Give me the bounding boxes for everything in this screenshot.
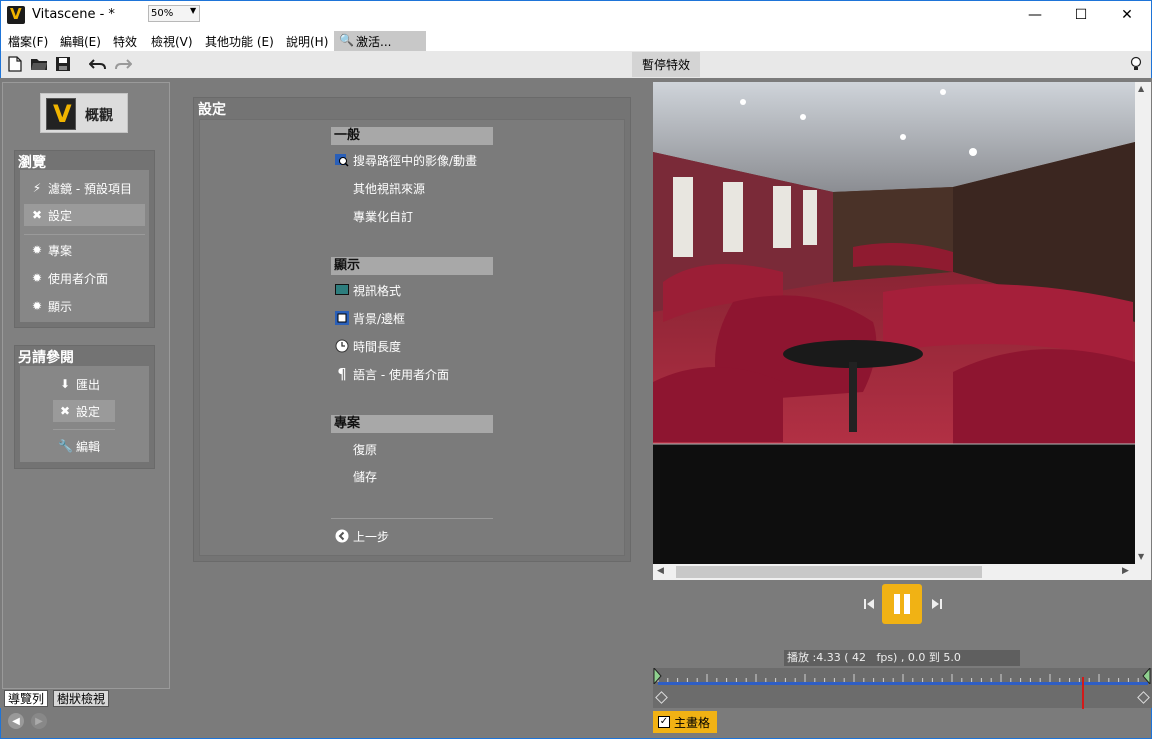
back-circle-icon bbox=[335, 529, 349, 543]
scroll-right-icon[interactable]: ▶ bbox=[1122, 566, 1129, 576]
back-button[interactable]: 上一步 bbox=[335, 527, 389, 545]
project-section-header: 專案 bbox=[331, 415, 493, 433]
nav-item-project[interactable]: ✹ 專案 bbox=[30, 239, 72, 261]
display-section-header: 顯示 bbox=[331, 257, 493, 275]
overview-label: 概觀 bbox=[85, 108, 113, 124]
checkbox-icon: ✓ bbox=[658, 716, 670, 728]
divider bbox=[24, 234, 145, 235]
app-logo-icon: V bbox=[7, 5, 25, 24]
minimize-button[interactable]: — bbox=[1012, 0, 1058, 30]
pause-icon-bar bbox=[904, 594, 910, 614]
nav-item-display[interactable]: ✹ 顯示 bbox=[30, 295, 72, 317]
scroll-up-icon[interactable]: ▲ bbox=[1138, 84, 1144, 93]
nav-item-settings[interactable]: ✖ 設定 bbox=[24, 204, 145, 226]
menu-view[interactable]: 檢視(V) bbox=[151, 33, 193, 50]
save-icon[interactable] bbox=[54, 55, 72, 73]
close-button[interactable]: ✕ bbox=[1104, 0, 1150, 30]
video-format-item[interactable]: 視訊格式 bbox=[335, 281, 401, 299]
search-icon: 🔍 bbox=[339, 33, 354, 47]
tab-tree-view[interactable]: 樹狀檢視 bbox=[53, 690, 110, 707]
menu-help[interactable]: 說明(H) bbox=[286, 33, 328, 50]
scroll-down-icon[interactable]: ▼ bbox=[1138, 552, 1144, 561]
save-item[interactable]: 儲存 bbox=[353, 467, 377, 485]
paragraph-icon: ¶ bbox=[337, 365, 347, 383]
image-search-icon bbox=[335, 153, 349, 167]
gear-icon: ✹ bbox=[31, 271, 43, 285]
wrench-icon: 🔧 bbox=[58, 439, 73, 453]
video-preview[interactable] bbox=[653, 82, 1135, 564]
gear-icon: ✹ bbox=[31, 243, 43, 257]
forward-arrow-icon[interactable]: ▶ bbox=[31, 713, 47, 729]
background-border-item[interactable]: 背景/邊框 bbox=[335, 309, 405, 327]
overview-button[interactable]: V 概觀 bbox=[40, 93, 128, 133]
new-file-icon[interactable] bbox=[6, 55, 24, 73]
redo-icon[interactable] bbox=[114, 55, 132, 73]
chevron-down-icon[interactable]: ▼ bbox=[190, 6, 196, 15]
open-folder-icon[interactable] bbox=[30, 55, 48, 73]
activate-button[interactable]: 🔍 激活... bbox=[334, 31, 426, 51]
tools-icon: ✖ bbox=[31, 208, 43, 222]
settings-title: 設定 bbox=[198, 102, 226, 118]
divider bbox=[53, 429, 115, 430]
toolbar bbox=[0, 51, 1152, 78]
maximize-button[interactable]: ☐ bbox=[1058, 0, 1104, 30]
preview-image bbox=[653, 82, 1135, 564]
skip-start-icon[interactable] bbox=[862, 597, 876, 611]
clock-icon bbox=[335, 339, 349, 353]
main-board-checkbox[interactable]: ✓ 主畫格 bbox=[653, 711, 717, 733]
menu-other[interactable]: 其他功能 (E) bbox=[205, 33, 274, 50]
pause-button[interactable] bbox=[882, 584, 922, 624]
pause-effects-button[interactable]: 暫停特效 bbox=[632, 52, 700, 77]
lightbulb-icon[interactable] bbox=[1130, 56, 1142, 76]
timeline-track[interactable] bbox=[658, 682, 1148, 685]
playhead[interactable] bbox=[1082, 677, 1085, 709]
skip-end-icon[interactable] bbox=[930, 597, 944, 611]
language-item[interactable]: ¶ 語言 - 使用者介面 bbox=[335, 365, 449, 383]
window-title: Vitascene - * bbox=[32, 7, 115, 22]
window-frame bbox=[0, 708, 1152, 739]
other-video-sources-item[interactable]: 其他視訊來源 bbox=[353, 179, 425, 197]
download-icon: ⬇ bbox=[59, 377, 71, 391]
vertical-scrollbar[interactable] bbox=[1135, 82, 1151, 564]
tools-icon: ✖ bbox=[59, 404, 71, 418]
nav-item-filters[interactable]: ⚡ 濾鏡 - 預設項目 bbox=[30, 177, 132, 199]
back-arrow-icon[interactable]: ◀ bbox=[8, 713, 24, 729]
pause-icon bbox=[894, 594, 900, 614]
vitascene-logo-icon: V bbox=[46, 98, 76, 130]
gear-icon: ✹ bbox=[31, 299, 43, 313]
menu-file[interactable]: 檔案(F) bbox=[8, 33, 48, 50]
nav-item-user-interface[interactable]: ✹ 使用者介面 bbox=[30, 267, 108, 289]
professional-custom-item[interactable]: 專業化自訂 bbox=[353, 207, 413, 225]
scroll-left-icon[interactable]: ◀ bbox=[657, 566, 664, 576]
menu-effects[interactable]: 特效 bbox=[113, 33, 137, 50]
undo-icon[interactable] bbox=[89, 55, 107, 73]
timeline-ticks bbox=[657, 674, 1149, 682]
divider bbox=[331, 518, 493, 519]
monitor-icon bbox=[335, 283, 349, 297]
lightning-icon: ⚡ bbox=[32, 181, 42, 195]
menu-edit[interactable]: 編輯(E) bbox=[60, 33, 101, 50]
browse-title: 瀏覽 bbox=[18, 155, 46, 171]
duration-item[interactable]: 時間長度 bbox=[335, 337, 401, 355]
tab-navigation-bar[interactable]: 導覽列 bbox=[4, 690, 49, 707]
playback-info: 播放 :4.33 ( 42 fps) , 0.0 到 5.0 bbox=[784, 650, 1020, 666]
see-also-title: 另請參閱 bbox=[18, 350, 74, 366]
nav-item-settings-2[interactable]: ✖ 設定 bbox=[53, 400, 115, 422]
scrollbar-thumb[interactable] bbox=[676, 566, 982, 578]
nav-item-edit[interactable]: 🔧 編輯 bbox=[58, 435, 100, 457]
restore-item[interactable]: 復原 bbox=[353, 440, 377, 458]
search-path-item[interactable]: 搜尋路徑中的影像/動畫 bbox=[335, 151, 477, 169]
scroll-corner bbox=[1135, 564, 1151, 580]
end-marker-icon[interactable] bbox=[1142, 666, 1151, 686]
start-marker-icon[interactable] bbox=[653, 666, 662, 686]
general-section-header: 一般 bbox=[331, 127, 493, 145]
background-icon bbox=[335, 311, 349, 325]
nav-item-export[interactable]: ⬇ 匯出 bbox=[58, 373, 100, 395]
